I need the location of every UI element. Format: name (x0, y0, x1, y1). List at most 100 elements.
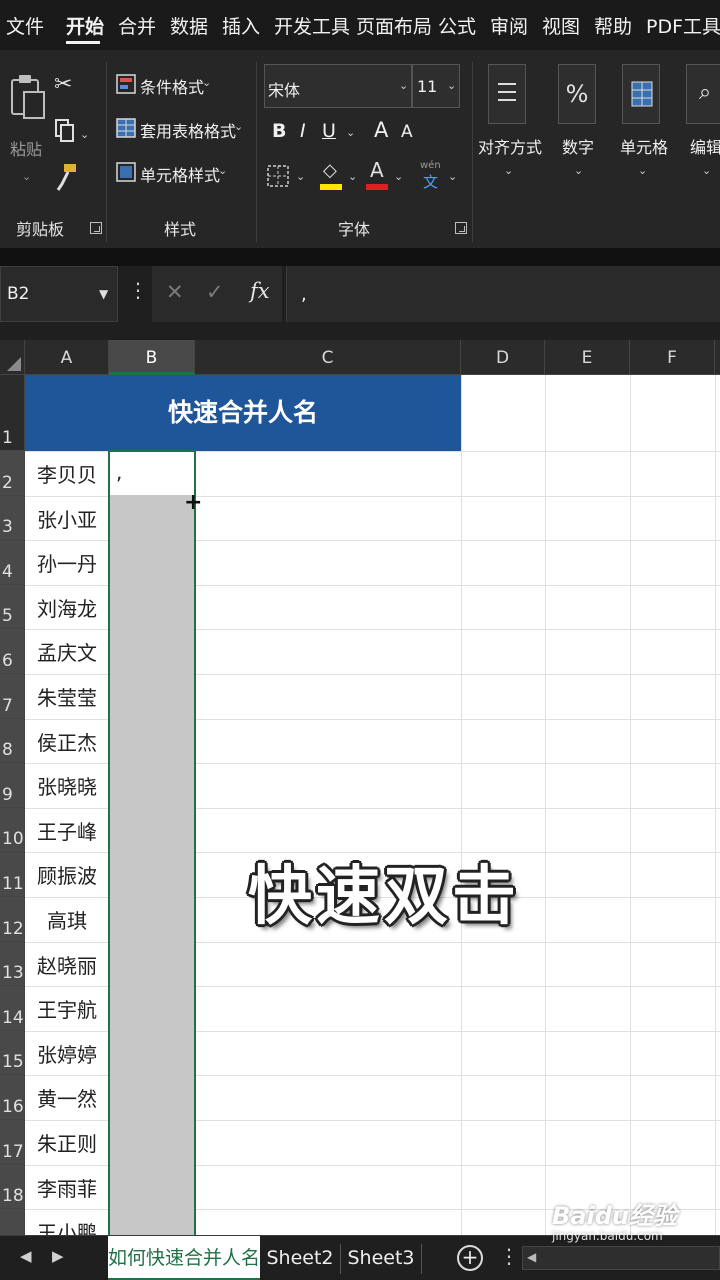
insert-function-icon[interactable]: fx (250, 279, 270, 303)
name-cell[interactable]: 侯正杰 (25, 727, 109, 764)
grow-font-button[interactable]: A (374, 118, 388, 142)
name-cell[interactable]: 孙一丹 (25, 548, 109, 585)
row-header[interactable]: 12 (0, 897, 25, 942)
cells-button[interactable]: 单元格 ⌄ (618, 64, 668, 204)
row-header[interactable]: 13 (0, 941, 25, 987)
name-cell[interactable]: 王子峰 (25, 816, 109, 853)
row-header[interactable]: 11 (0, 852, 25, 897)
phonetic-guide-button[interactable]: wén 文 (420, 160, 446, 192)
clipboard-dialog-launcher[interactable] (90, 222, 102, 234)
sheet-tab-active[interactable]: 如何快速合并人名 (108, 1236, 260, 1280)
column-header-e[interactable]: E (545, 340, 630, 375)
tab-file[interactable]: 文件 (6, 12, 44, 39)
number-format-button[interactable]: % 数字 ⌄ (558, 64, 602, 204)
tab-pdf-tools[interactable]: PDF工具集 (646, 12, 720, 39)
alignment-button[interactable]: 对齐方式 ⌄ (478, 64, 542, 204)
bold-button[interactable]: B (272, 120, 286, 142)
name-cell[interactable]: 李贝贝 (25, 459, 109, 496)
name-cell[interactable]: 张小亚 (25, 504, 109, 541)
chevron-down-icon[interactable]: ⌄ (80, 128, 89, 141)
column-header-d[interactable]: D (461, 340, 545, 375)
underline-button[interactable]: U (322, 120, 336, 142)
format-painter-icon[interactable] (52, 162, 78, 192)
name-cell[interactable]: 赵晓丽 (25, 950, 109, 987)
tab-page-layout[interactable]: 页面布局 (356, 12, 432, 39)
tab-merge[interactable]: 合并 (118, 12, 156, 39)
scroll-left-icon[interactable]: ◀ (527, 1250, 536, 1264)
tab-review[interactable]: 审阅 (490, 12, 528, 39)
row-header[interactable]: 8 (0, 718, 25, 764)
row-header[interactable]: 2 (0, 451, 25, 496)
row-header[interactable]: 1 (0, 375, 25, 451)
column-header-g[interactable] (715, 340, 720, 375)
row-header[interactable]: 4 (0, 540, 25, 585)
name-cell[interactable]: 刘海龙 (25, 593, 109, 630)
fill-color-button[interactable]: ◇ (320, 160, 344, 190)
conditional-format-button[interactable]: 条件格式 ⌄ (116, 72, 248, 100)
name-box[interactable]: B2 ▼ (0, 266, 118, 322)
chevron-down-icon[interactable]: ⌄ (348, 170, 357, 183)
row-header[interactable]: 17 (0, 1120, 25, 1165)
scroll-right-icon[interactable]: ▶ (52, 1247, 64, 1265)
paste-button[interactable]: 粘贴 ⌄ (8, 70, 48, 183)
chevron-down-icon[interactable]: ⌄ (448, 170, 457, 183)
sheet-tab-sheet3[interactable]: Sheet3 (342, 1236, 420, 1280)
confirm-icon[interactable]: ✓ (206, 280, 224, 304)
name-cell[interactable]: 张婷婷 (25, 1039, 109, 1076)
name-cell[interactable]: 孟庆文 (25, 637, 109, 674)
cell-styles-button[interactable]: 单元格样式 ⌄ (116, 160, 248, 188)
row-header[interactable]: 6 (0, 629, 25, 674)
row-header[interactable]: 18 (0, 1164, 25, 1210)
worksheet-grid[interactable]: A B C D E F 1 2 李贝贝 3 张小亚 4 孙一丹 5 刘海龙 6 孟庆文 7 朱莹莹 8 侯正… (0, 340, 720, 1235)
chevron-down-icon[interactable]: ⌄ (394, 170, 403, 183)
row-header[interactable]: 10 (0, 807, 25, 853)
tab-data[interactable]: 数据 (170, 12, 208, 39)
chevron-down-icon[interactable]: ⌄ (296, 170, 305, 183)
editing-button[interactable]: ⌕ 编辑 ⌄ (686, 64, 720, 204)
italic-button[interactable]: I (300, 120, 306, 142)
row-header[interactable]: 16 (0, 1075, 25, 1120)
tab-view[interactable]: 视图 (542, 12, 580, 39)
font-dialog-launcher[interactable] (455, 222, 467, 234)
chevron-down-icon[interactable]: ⌄ (346, 126, 355, 139)
column-header-c[interactable]: C (195, 340, 461, 375)
tab-developer[interactable]: 开发工具 (274, 12, 350, 39)
fill-handle-cursor[interactable]: + (184, 490, 202, 515)
horizontal-scrollbar[interactable]: ◀ (522, 1246, 720, 1270)
tab-formulas[interactable]: 公式 (438, 12, 476, 39)
format-as-table-button[interactable]: 套用表格格式 ⌄ (116, 116, 248, 144)
shrink-font-button[interactable]: A (401, 122, 413, 142)
more-options-icon[interactable]: ⋮ (128, 278, 148, 302)
row-header[interactable]: 3 (0, 495, 25, 541)
scroll-left-icon[interactable]: ◀ (20, 1247, 32, 1265)
formula-input[interactable]: , (286, 266, 720, 322)
font-color-button[interactable]: A (366, 158, 390, 190)
row-header[interactable]: 7 (0, 674, 25, 719)
name-cell[interactable]: 高琪 (25, 905, 109, 942)
tab-home[interactable]: 开始 (66, 12, 104, 39)
row-header[interactable]: 5 (0, 584, 25, 630)
row-header[interactable] (0, 1209, 25, 1235)
tab-help[interactable]: 帮助 (594, 12, 632, 39)
row-header[interactable]: 9 (0, 763, 25, 808)
sheet-tab-sheet2[interactable]: Sheet2 (262, 1236, 338, 1280)
add-sheet-button[interactable]: + (457, 1245, 483, 1271)
copy-icon[interactable] (54, 118, 76, 144)
name-cell[interactable]: 黄一然 (25, 1083, 109, 1120)
more-options-icon[interactable]: ⋮ (499, 1244, 519, 1268)
row-header[interactable]: 14 (0, 986, 25, 1031)
cancel-icon[interactable]: ✕ (166, 280, 184, 304)
column-header-b[interactable]: B (109, 340, 195, 375)
name-cell[interactable]: 朱正则 (25, 1128, 109, 1165)
merged-title-cell[interactable]: 快速合并人名 (25, 375, 461, 451)
font-name-select[interactable]: 宋体 ⌄ (264, 64, 412, 108)
select-all-button[interactable] (0, 340, 25, 375)
column-header-f[interactable]: F (630, 340, 715, 375)
name-cell[interactable]: 张晓晓 (25, 771, 109, 808)
row-header[interactable]: 15 (0, 1030, 25, 1076)
name-cell[interactable]: 王宇航 (25, 994, 109, 1031)
name-cell[interactable]: 王小鹏 (25, 1217, 109, 1235)
name-cell[interactable]: 李雨菲 (25, 1173, 109, 1210)
borders-icon[interactable] (266, 164, 290, 188)
cut-icon[interactable]: ✂ (54, 72, 72, 97)
